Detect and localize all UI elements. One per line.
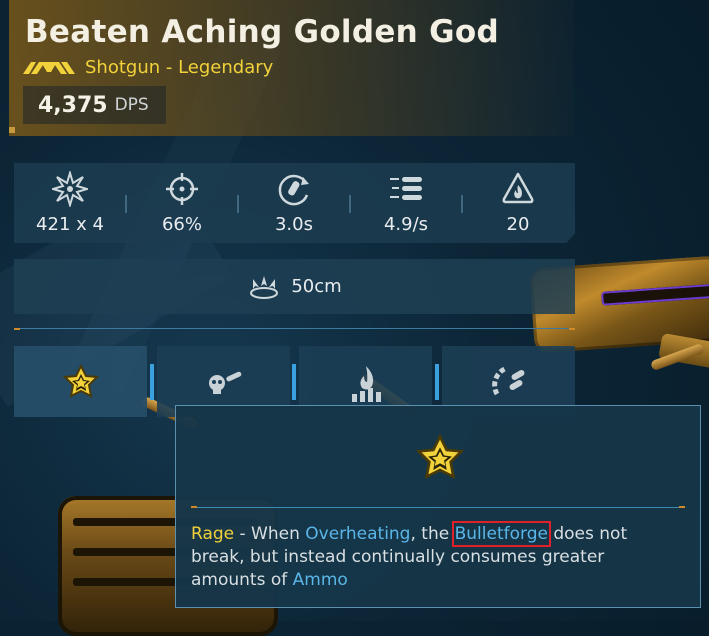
- stat-accuracy: 66%: [126, 163, 238, 243]
- stat-damage: 421 x 4: [14, 163, 126, 243]
- section-divider: [14, 328, 575, 329]
- stat-value: 421 x 4: [36, 214, 104, 235]
- divider-end-mark: [569, 328, 575, 330]
- stat-value: 3.0s: [274, 214, 313, 235]
- tooltip-divider: [191, 507, 685, 508]
- rarity-row: Shotgun - Legendary: [23, 57, 273, 78]
- tooltip-icon: [415, 433, 465, 486]
- ammo-arc-icon: [491, 365, 524, 395]
- damage-burst-icon: [52, 171, 88, 207]
- tab-separator: [292, 364, 296, 400]
- magazine-flame-icon: [502, 172, 534, 204]
- dps-value: 4,375: [38, 92, 108, 118]
- tooltip-text: , the: [410, 524, 455, 544]
- dps-unit: DPS: [114, 95, 149, 115]
- stats-panel: 421 x 4 66% 3.0s 4.9/s 20: [14, 163, 575, 243]
- legendary-chevrons-icon: [23, 61, 75, 74]
- stat-value: 4.9/s: [383, 214, 429, 235]
- header-corner: [9, 127, 15, 133]
- divider-end-mark: [679, 506, 685, 508]
- fire-rate-icon: [390, 177, 422, 200]
- mod-tab-rage[interactable]: [14, 346, 147, 417]
- tab-separator: [435, 364, 439, 400]
- divider-end-mark: [191, 506, 197, 508]
- star-badge-icon: [62, 363, 99, 398]
- range-value: 50cm: [291, 276, 342, 297]
- keyword-bulletforge[interactable]: Bulletforge: [451, 521, 551, 547]
- keyword-ammo[interactable]: Ammo: [293, 570, 348, 590]
- stat-fire-rate: 4.9/s: [350, 163, 462, 243]
- mod-tooltip: Rage - When Overheating, the Bulletforge…: [175, 405, 701, 608]
- tooltip-text: - When: [234, 524, 306, 544]
- flame-bars-icon: [351, 365, 381, 402]
- weapon-type-rarity: Shotgun - Legendary: [85, 57, 274, 78]
- range-panel: 50cm: [14, 259, 575, 314]
- tooltip-description: Rage - When Overheating, the Bulletforge…: [191, 521, 681, 592]
- weapon-header: Beaten Aching Golden God Shotgun - Legen…: [9, 0, 574, 136]
- divider-end-mark: [14, 328, 20, 330]
- stat-magazine: 20: [462, 163, 574, 243]
- weapon-name: Beaten Aching Golden God: [25, 14, 499, 50]
- spread-range-icon: [250, 275, 279, 299]
- keyword-rage: Rage: [191, 524, 235, 544]
- stat-value: 20: [506, 214, 530, 235]
- keyword-overheating[interactable]: Overheating: [305, 524, 410, 544]
- star-badge-icon: [415, 433, 465, 480]
- tab-separator: [150, 364, 154, 400]
- stat-value: 66%: [161, 214, 202, 235]
- stat-reload: 3.0s: [238, 163, 350, 243]
- reload-icon: [278, 174, 309, 206]
- crosshair-icon: [166, 173, 198, 205]
- skull-bullet-icon: [208, 371, 241, 394]
- dps-badge: 4,375 DPS: [23, 86, 166, 124]
